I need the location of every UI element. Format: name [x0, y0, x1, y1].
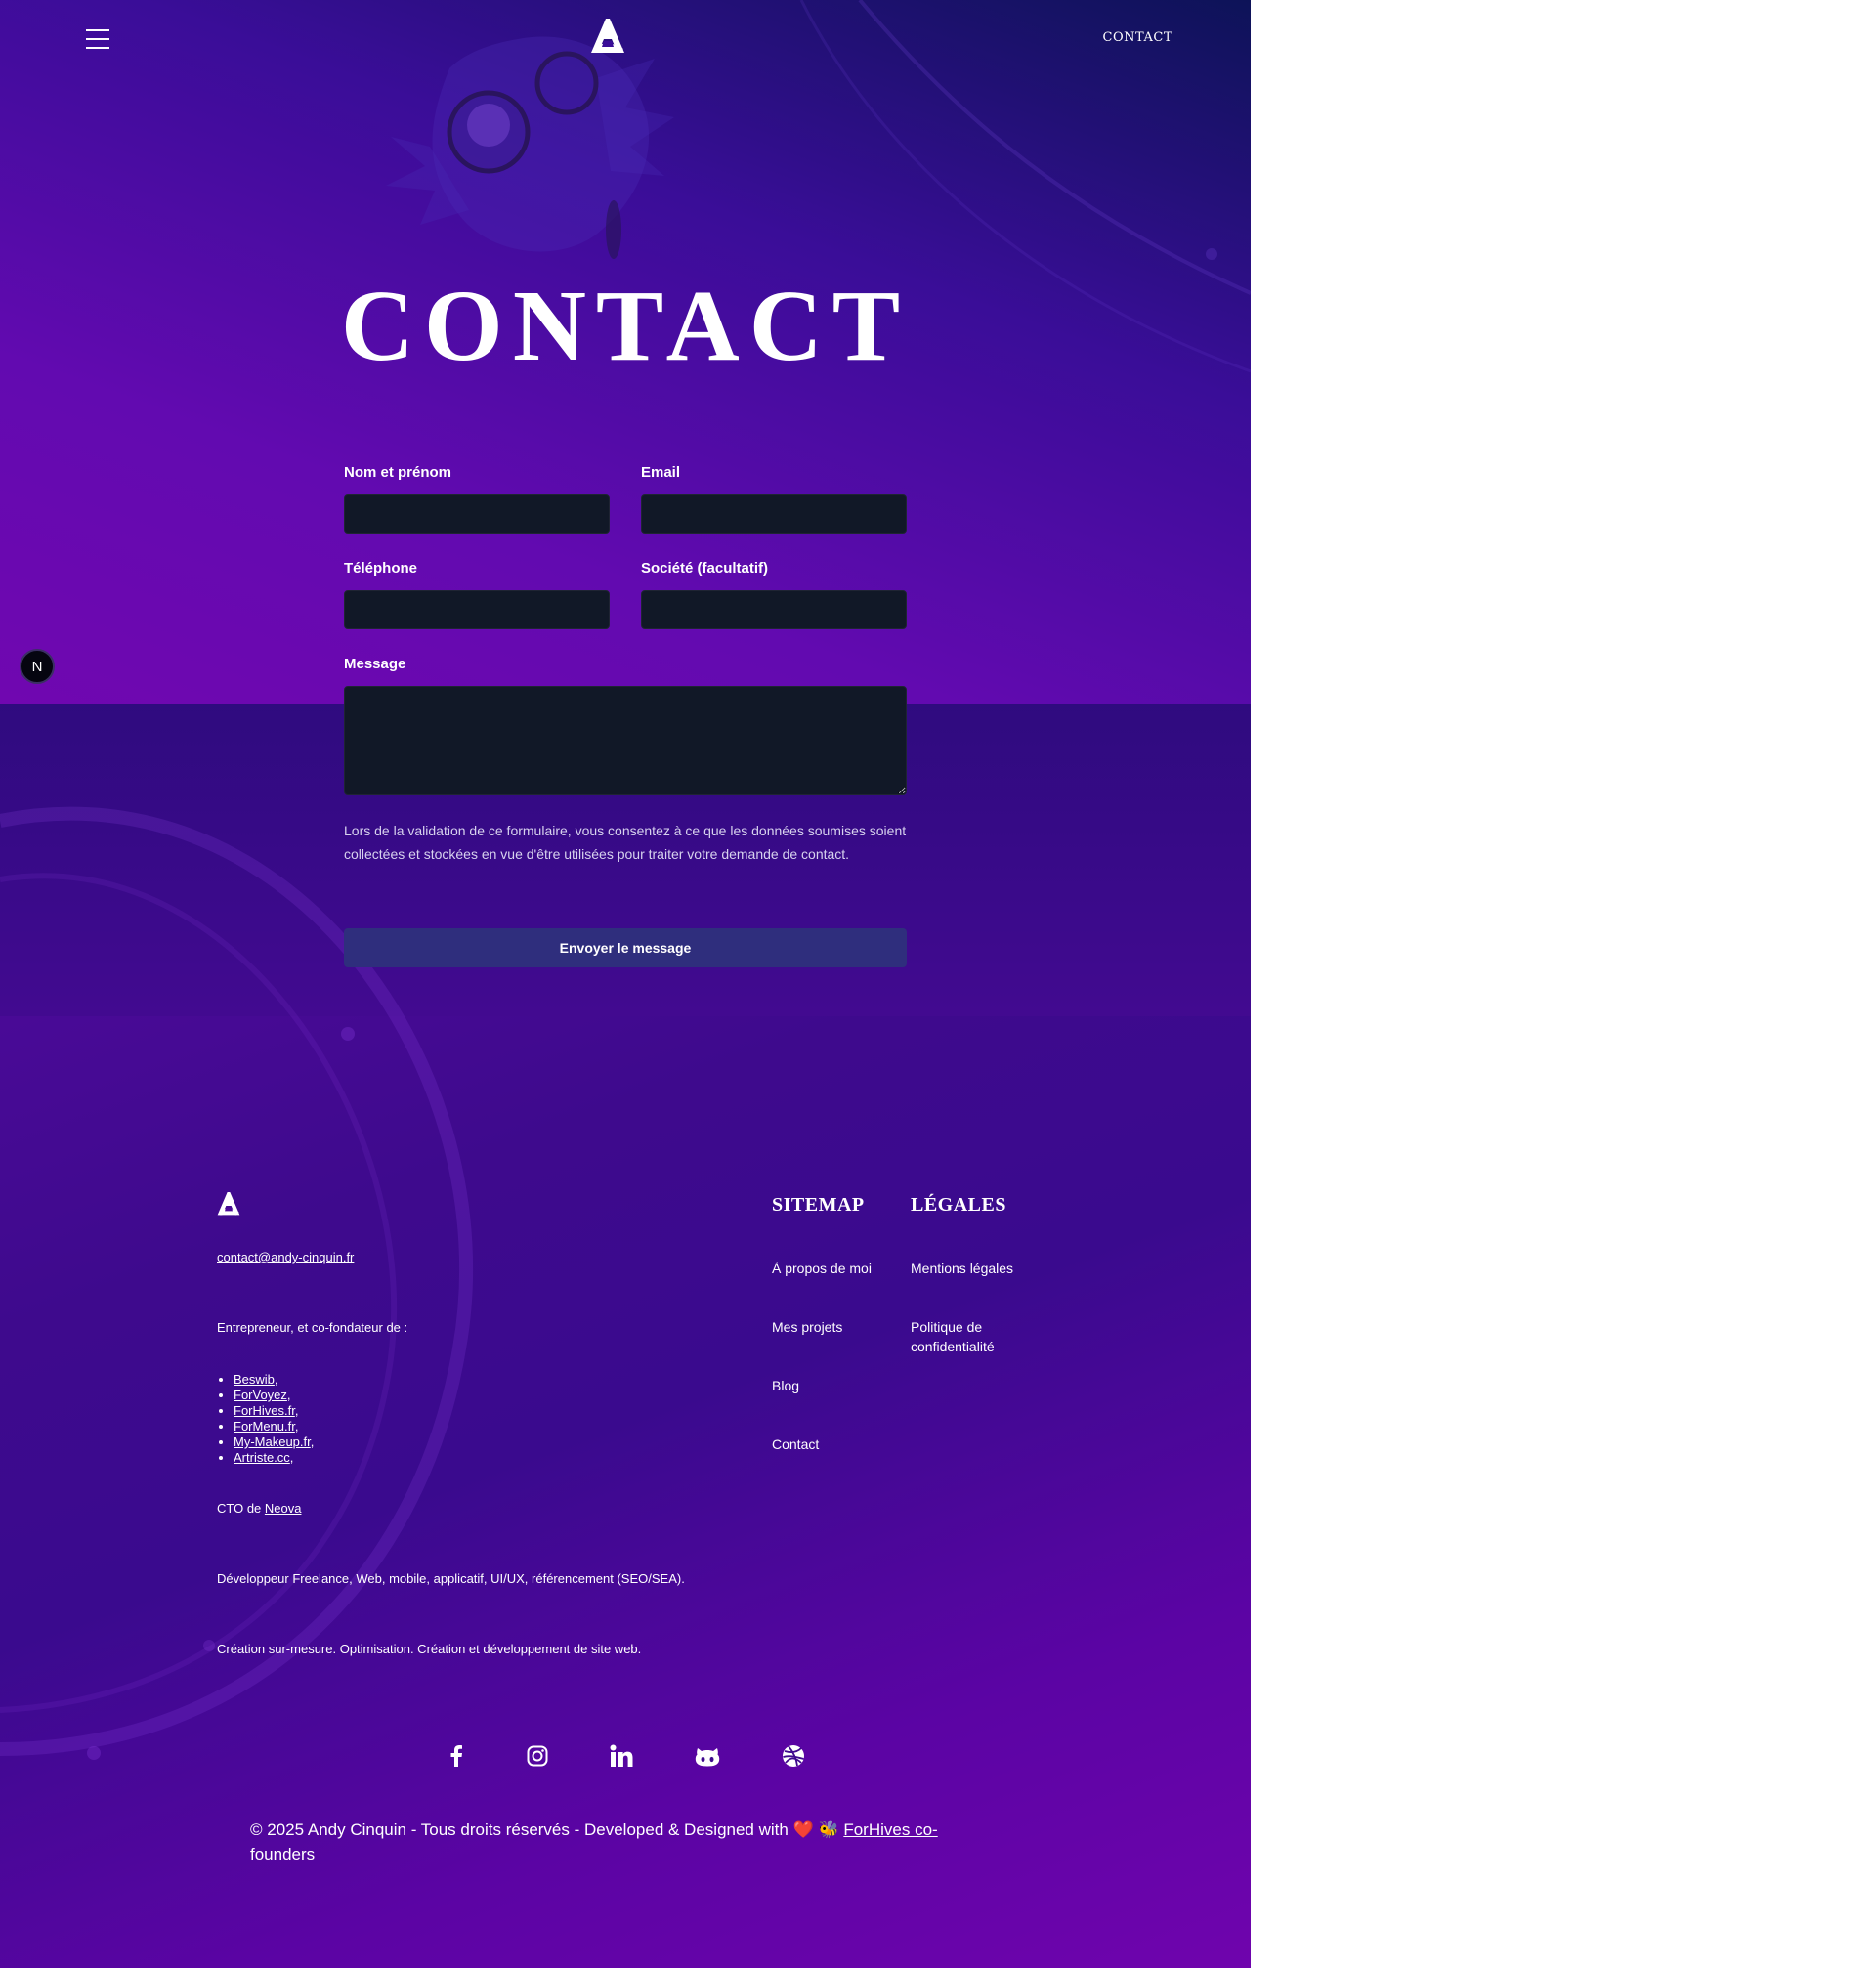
consent-notice: Lors de la validation de ce formulaire, … — [344, 823, 907, 862]
instagram-icon — [527, 1745, 548, 1767]
copyright-text: © 2025 Andy Cinquin - Tous droits réserv… — [250, 1820, 844, 1839]
list-item: ForVoyez, — [234, 1388, 314, 1403]
copyright: © 2025 Andy Cinquin - Tous droits réserv… — [250, 1818, 993, 1866]
list-item: Artriste.cc, — [234, 1450, 314, 1466]
facebook-link[interactable] — [443, 1742, 470, 1770]
sitemap-link-about[interactable]: À propos de moi — [772, 1259, 872, 1278]
message-label: Message — [344, 656, 406, 672]
developer-description: Développeur Freelance, Web, mobile, appl… — [217, 1571, 685, 1586]
dev-tools-badge-label: N — [31, 658, 43, 675]
list-item: ForMenu.fr, — [234, 1419, 314, 1434]
list-item: My-Makeup.fr, — [234, 1434, 314, 1450]
instagram-link[interactable] — [524, 1742, 551, 1770]
facebook-icon — [450, 1745, 462, 1767]
name-label: Nom et prénom — [344, 464, 452, 481]
logo-icon[interactable] — [590, 18, 625, 55]
venture-link-formenu[interactable]: ForMenu.fr — [234, 1419, 295, 1433]
company-label: Société (facultatif) — [641, 560, 769, 577]
list-item: ForHives.fr, — [234, 1403, 314, 1419]
menu-button[interactable] — [86, 29, 109, 49]
footer-logo-icon[interactable] — [217, 1191, 240, 1217]
sitemap-link-blog[interactable]: Blog — [772, 1376, 799, 1395]
legal-link-privacy[interactable]: Politique de confidentialité — [911, 1317, 1038, 1356]
message-textarea[interactable] — [344, 686, 907, 795]
github-icon — [695, 1748, 720, 1767]
page-title: CONTACT — [340, 270, 911, 382]
dribbble-icon — [783, 1745, 804, 1767]
email-label: Email — [641, 464, 681, 481]
phone-label: Téléphone — [344, 560, 418, 577]
sitemap-link-contact[interactable]: Contact — [772, 1434, 819, 1454]
venture-link-forvoyez[interactable]: ForVoyez — [234, 1388, 287, 1402]
list-item: Beswib, — [234, 1372, 314, 1388]
creation-description: Création sur-mesure. Optimisation. Créat… — [217, 1642, 642, 1656]
linkedin-icon — [610, 1744, 633, 1767]
name-input[interactable] — [344, 494, 610, 534]
legal-title: LÉGALES — [911, 1194, 1006, 1216]
venture-link-artriste[interactable]: Artriste.cc — [234, 1450, 290, 1465]
legal-link-mentions[interactable]: Mentions légales — [911, 1259, 1013, 1278]
submit-button[interactable]: Envoyer le message — [344, 928, 907, 967]
venture-link-forhives[interactable]: ForHives.fr — [234, 1403, 295, 1418]
venture-link-beswib[interactable]: Beswib — [234, 1372, 275, 1387]
neova-link[interactable]: Neova — [265, 1501, 302, 1516]
footer-intro: Entrepreneur, et co-fondateur de : — [217, 1320, 408, 1335]
cto-line: CTO de Neova — [217, 1501, 302, 1516]
github-link[interactable] — [694, 1742, 721, 1770]
page-background: CONTACT CONTACT Nom et prénom Email Télé… — [0, 0, 1251, 1968]
email-input[interactable] — [641, 494, 907, 534]
linkedin-link[interactable] — [608, 1742, 635, 1770]
sitemap-title: SITEMAP — [772, 1194, 865, 1216]
dribbble-link[interactable] — [780, 1742, 807, 1770]
ventures-list: Beswib, ForVoyez, ForHives.fr, ForMenu.f… — [217, 1372, 314, 1466]
dev-tools-badge[interactable]: N — [20, 649, 55, 684]
nav-contact-link[interactable]: CONTACT — [1094, 30, 1172, 45]
venture-link-my-makeup[interactable]: My-Makeup.fr — [234, 1434, 311, 1449]
footer-email-link[interactable]: contact@andy-cinquin.fr — [217, 1250, 354, 1264]
sitemap-link-projects[interactable]: Mes projets — [772, 1317, 842, 1337]
phone-input[interactable] — [344, 590, 610, 629]
company-input[interactable] — [641, 590, 907, 629]
